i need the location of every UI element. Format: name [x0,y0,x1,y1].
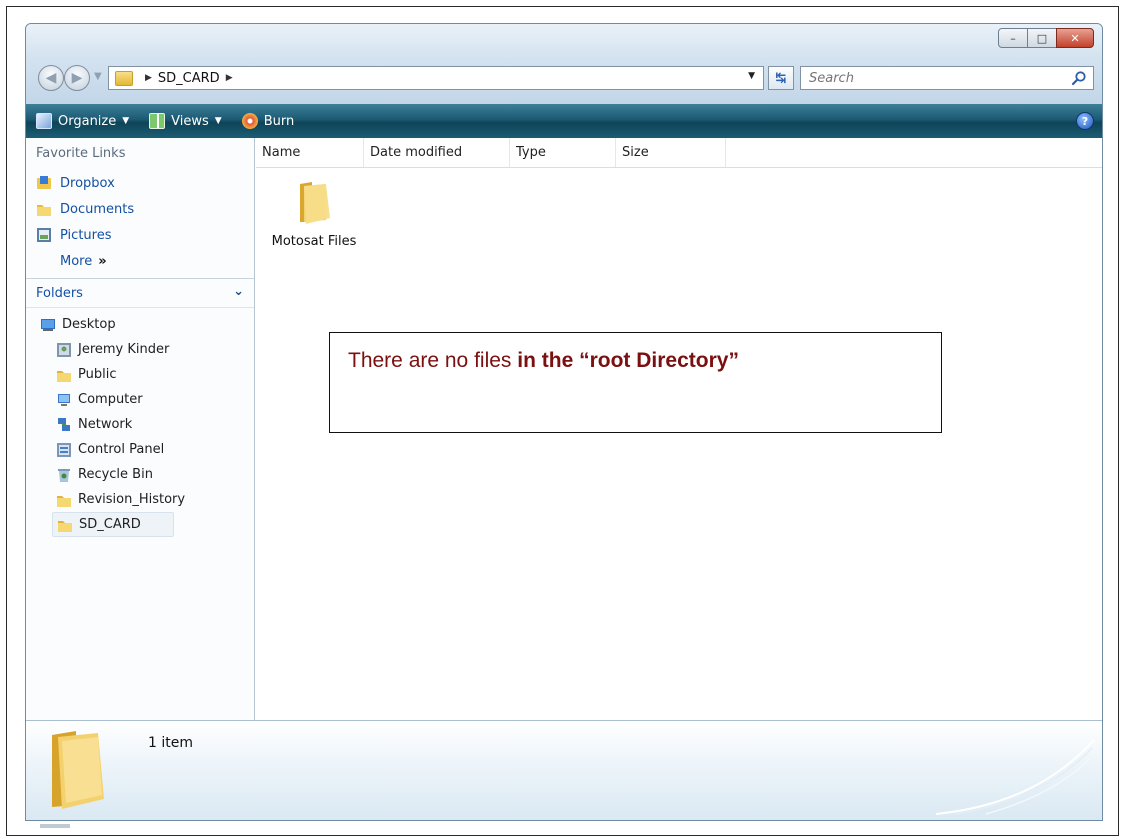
burn-icon [241,113,258,129]
favorite-link-documents[interactable]: Documents [26,196,254,222]
network-icon [58,417,70,431]
taskbar-edge [40,824,70,828]
favorite-link-label: Pictures [60,227,112,243]
folder-icon [57,370,71,382]
navigation-row: ◀ ▶ ▼ ▶ SD_CARD ▶ ▼ ↹ [36,62,1094,92]
favorite-link-label: Dropbox [60,175,115,191]
window-controls: – □ ✕ [998,28,1094,48]
views-icon [149,113,166,129]
column-header-date-modified[interactable]: Date modified [364,138,510,167]
annotation-text: There are no files [348,349,518,372]
forward-button[interactable]: ▶ [64,65,90,91]
search-input[interactable] [809,70,1049,86]
folders-label: Folders [36,285,83,301]
maximize-button[interactable]: □ [1027,28,1057,48]
tree-item-label: SD_CARD [79,517,141,532]
tree-item-label: Control Panel [78,442,165,457]
tree-item-label: Desktop [62,317,116,332]
breadcrumb-item-sd-card[interactable]: SD_CARD [158,71,220,86]
address-bar[interactable]: ▶ SD_CARD ▶ ▼ [108,66,764,90]
recycle-bin-icon [58,468,70,482]
close-button[interactable]: ✕ [1056,28,1094,48]
back-button[interactable]: ◀ [38,65,64,91]
burn-label: Burn [263,113,295,129]
chevron-down-icon: ▼ [122,116,130,126]
folders-header[interactable]: Folders ⌄ [26,278,254,308]
pictures-icon [37,228,51,242]
user-folder-icon [57,342,71,357]
dropbox-icon [37,176,51,189]
folder-icon [52,731,104,809]
navigation-pane: Favorite Links Dropbox Documents Picture… [26,138,255,720]
tree-item-network[interactable]: Network [26,412,254,437]
minimize-button[interactable]: – [998,28,1028,48]
views-label: Views [171,113,209,129]
chevron-down-icon[interactable]: ⌄ [233,284,244,299]
tree-item-recycle-bin[interactable]: Recycle Bin [26,462,254,487]
command-toolbar: Organize ▼ Views ▼ Burn ? [26,104,1102,138]
annotation-callout: There are no files in the “root Director… [329,332,942,433]
chevron-down-icon: ▼ [214,116,222,126]
decorative-swoosh-icon [935,739,1095,815]
more-label: More [60,253,93,269]
documents-folder-icon [37,205,51,216]
folder-icon [300,182,330,224]
tree-item-label: Network [78,417,133,432]
recent-pages-dropdown[interactable]: ▼ [94,71,102,82]
tree-item-label: Recycle Bin [78,467,153,482]
annotation-bold-text: in the “root Directory” [517,349,739,372]
burn-button[interactable]: Burn [241,113,295,129]
double-chevron-right-icon: » [98,253,107,269]
folder-icon [57,495,71,507]
desktop-icon [41,318,55,331]
search-box[interactable] [800,66,1094,90]
favorite-link-pictures[interactable]: Pictures [26,222,254,248]
search-icon[interactable] [1071,70,1087,86]
details-pane: 1 item [26,720,1102,820]
tree-item-label: Revision_History [78,492,186,507]
breadcrumb-separator-icon[interactable]: ▶ [145,73,152,83]
tree-item-desktop[interactable]: Desktop [26,312,254,337]
breadcrumb-separator-icon[interactable]: ▶ [226,73,233,83]
tree-item-label: Public [78,367,117,382]
refresh-icon: ↹ [775,70,787,86]
folder-icon [58,520,72,532]
file-name: Motosat Files [271,234,357,249]
tree-item-jeremy-kinder[interactable]: Jeremy Kinder [26,337,254,362]
tree-item-control-panel[interactable]: Control Panel [26,437,254,462]
folder-icon [115,70,133,86]
tree-item-label: Jeremy Kinder [78,342,170,357]
organize-button[interactable]: Organize ▼ [36,113,129,129]
column-header-type[interactable]: Type [510,138,616,167]
favorite-links-header: Favorite Links [36,146,126,161]
folder-tree: Desktop Jeremy Kinder Public Computer Ne… [26,308,254,537]
control-panel-icon [57,442,71,457]
tree-item-label: Computer [78,392,143,407]
more-link[interactable]: More » [26,248,254,274]
views-button[interactable]: Views ▼ [149,113,222,129]
computer-icon [58,393,70,406]
organize-label: Organize [58,113,117,129]
address-dropdown-icon[interactable]: ▼ [748,71,755,81]
back-arrow-icon: ◀ [45,70,57,86]
help-icon[interactable]: ? [1076,112,1094,130]
list-item[interactable]: Motosat Files [264,178,364,249]
tree-item-computer[interactable]: Computer [26,387,254,412]
tree-item-sd-card[interactable]: SD_CARD [52,512,174,537]
favorite-link-label: Documents [60,201,135,217]
tree-item-public[interactable]: Public [26,362,254,387]
title-bar: – □ ✕ ◀ ▶ ▼ ▶ SD_CARD ▶ ▼ ↹ [26,24,1102,104]
favorite-link-dropbox[interactable]: Dropbox [26,170,254,196]
column-headers: Name Date modified Type Size [256,138,1102,168]
tree-item-revision-history[interactable]: Revision_History [26,487,254,512]
forward-arrow-icon: ▶ [71,70,83,86]
refresh-button[interactable]: ↹ [768,66,794,90]
item-count: 1 item [148,735,193,751]
column-header-size[interactable]: Size [616,138,726,167]
organize-icon [36,113,52,129]
column-header-name[interactable]: Name [256,138,364,167]
